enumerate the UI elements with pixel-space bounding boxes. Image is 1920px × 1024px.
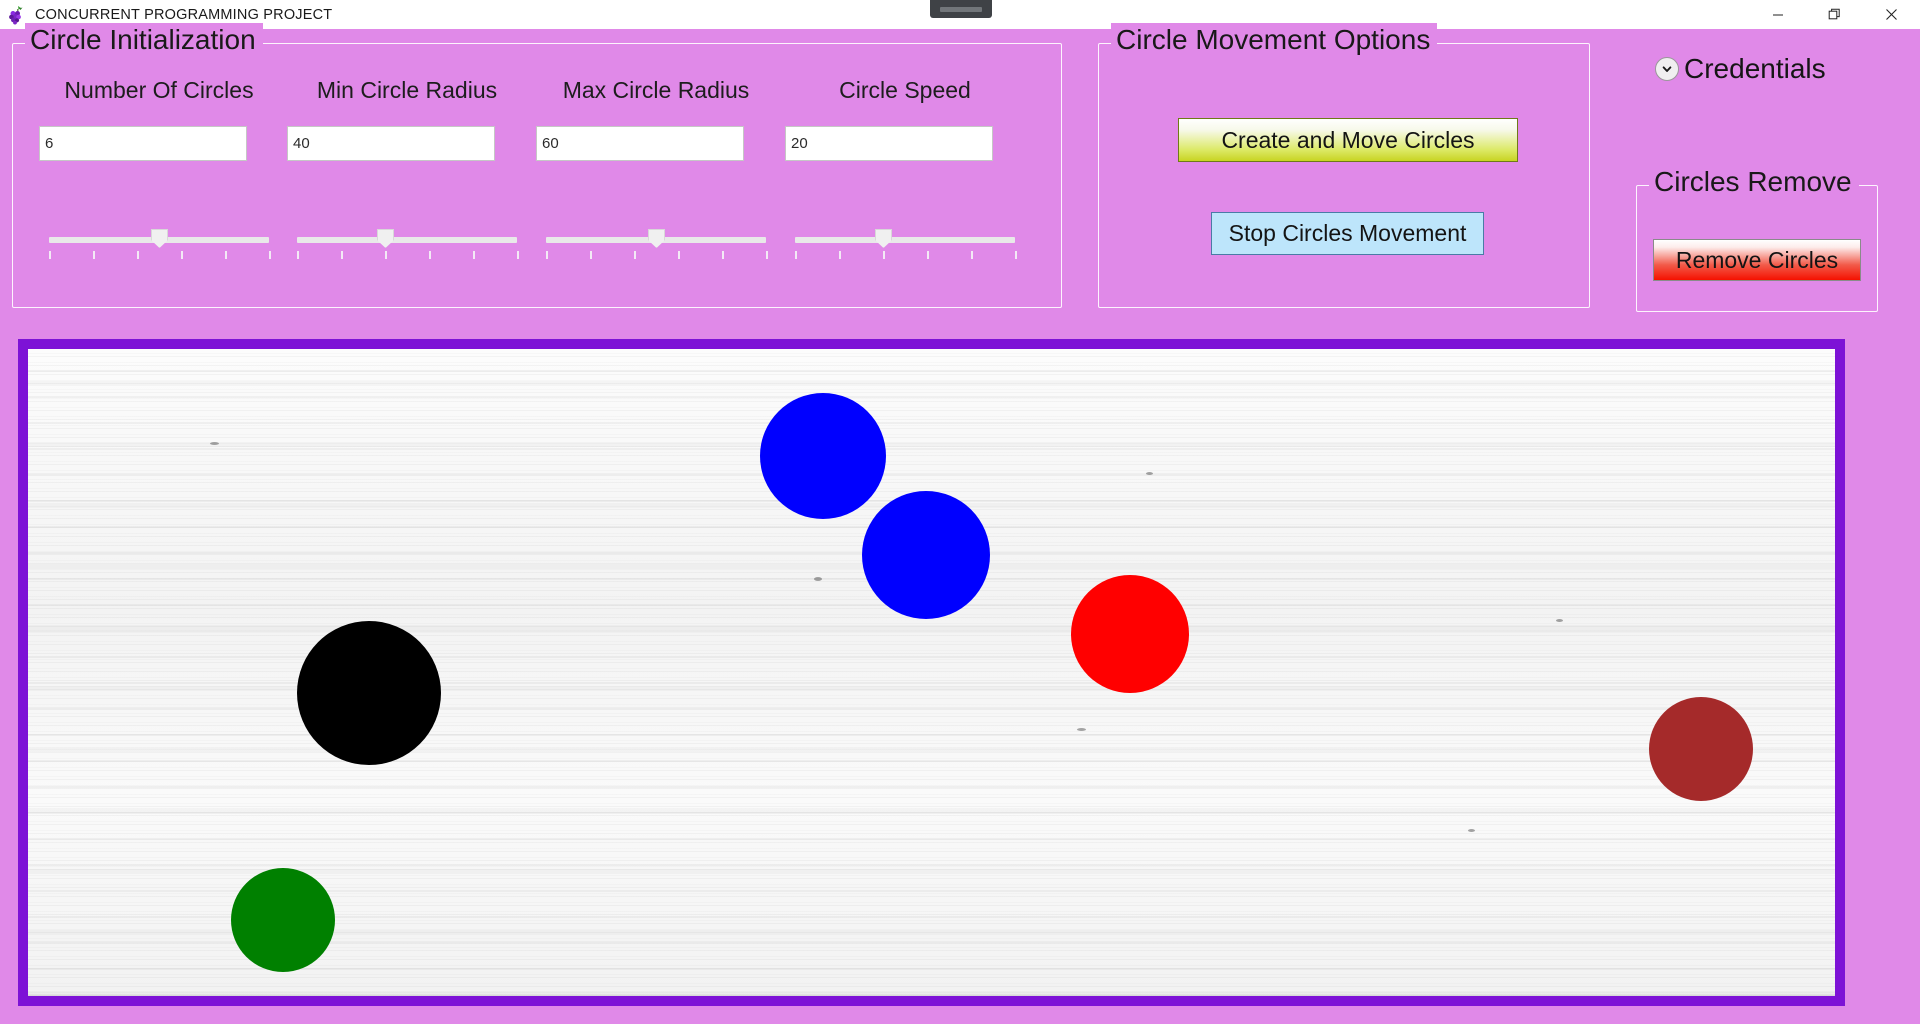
label-number-of-circles: Number Of Circles [64,77,254,103]
field-max-circle-radius: Max Circle Radius [536,76,776,161]
circle-initialization-group: Circle Initialization Number Of Circles … [12,23,1062,308]
circle-animation-canvas[interactable] [28,349,1835,996]
credentials-label: Credentials [1684,53,1826,84]
canvas-texture-speck [1556,619,1563,622]
slider-tick [181,251,183,259]
input-max-circle-radius[interactable] [536,126,744,161]
label-max-circle-radius: Max Circle Radius [562,77,750,103]
input-circle-speed[interactable] [785,126,993,161]
animated-circle [1071,574,1189,693]
field-circle-speed: Circle Speed [785,76,1025,161]
slider-circle-speed[interactable] [785,224,1025,266]
create-and-move-circles-button[interactable]: Create and Move Circles [1178,118,1518,162]
application-window: CONCURRENT PROGRAMMING PROJECT Circle In… [0,0,1920,1024]
minimize-button[interactable] [1749,0,1806,29]
window-title: CONCURRENT PROGRAMMING PROJECT [35,6,333,23]
circles-remove-title: Circles Remove [1649,165,1859,199]
screen-capture-toolbar-handle[interactable] [930,0,992,18]
circle-initialization-fields: Number Of Circles Min Circle Radius Max … [13,44,1061,307]
slider-tick [297,251,299,259]
slider-tick [722,251,724,259]
slider-number-of-circles[interactable] [39,224,279,266]
input-min-circle-radius[interactable] [287,126,495,161]
animated-circle [862,491,990,619]
slider-ticks [795,251,1017,260]
circle-movement-options-group: Circle Movement Options [1098,23,1590,308]
slider-tick [517,251,519,259]
slider-track[interactable] [795,237,1015,243]
slider-thumb[interactable] [648,229,665,248]
slider-tick [634,251,636,259]
slider-tick [137,251,139,259]
circle-canvas-frame [18,339,1845,1006]
canvas-texture-speck [210,442,219,445]
label-min-circle-radius: Min Circle Radius [316,77,498,103]
slider-thumb[interactable] [377,229,394,248]
slider-tick [883,251,885,259]
slider-ticks [49,251,271,260]
window-controls [1749,0,1920,29]
slider-tick [429,251,431,259]
canvas-texture-speck [1146,472,1153,475]
slider-tick [678,251,680,259]
slider-ticks [546,251,768,260]
slider-thumb[interactable] [151,229,168,248]
slider-tick [341,251,343,259]
slider-tick [49,251,51,259]
slider-ticks [297,251,519,260]
label-circle-speed: Circle Speed [839,77,971,103]
credentials-expander[interactable]: Credentials [1655,52,1826,86]
drag-handle-bar [940,6,982,12]
slider-tick [590,251,592,259]
field-number-of-circles: Number Of Circles [39,76,279,161]
slider-tick [385,251,387,259]
canvas-texture-speck [1468,829,1475,832]
slider-tick [795,251,797,259]
slider-tick [93,251,95,259]
input-number-of-circles[interactable] [39,126,247,161]
slider-tick [927,251,929,259]
animated-circle [1649,697,1753,801]
close-button[interactable] [1863,0,1920,29]
canvas-texture-speck [814,577,822,581]
canvas-texture-speck [1077,728,1086,731]
slider-tick [971,251,973,259]
chevron-down-circle-icon[interactable] [1655,57,1679,81]
slider-thumb[interactable] [875,229,892,248]
slider-min-circle-radius[interactable] [287,224,527,266]
restore-button[interactable] [1806,0,1863,29]
slider-tick [269,251,271,259]
slider-max-circle-radius[interactable] [536,224,776,266]
slider-tick [546,251,548,259]
animated-circle [760,393,886,519]
slider-tick [839,251,841,259]
slider-tick [1015,251,1017,259]
slider-tick [225,251,227,259]
slider-tick [766,251,768,259]
slider-tick [473,251,475,259]
animated-circle [231,868,335,972]
animated-circle [297,621,441,765]
stop-circles-movement-button[interactable]: Stop Circles Movement [1211,212,1484,255]
slider-track[interactable] [297,237,517,243]
remove-circles-button[interactable]: Remove Circles [1653,239,1861,281]
grapes-icon [6,5,26,25]
circle-movement-options-title: Circle Movement Options [1111,23,1438,57]
field-min-circle-radius: Min Circle Radius [287,76,527,161]
